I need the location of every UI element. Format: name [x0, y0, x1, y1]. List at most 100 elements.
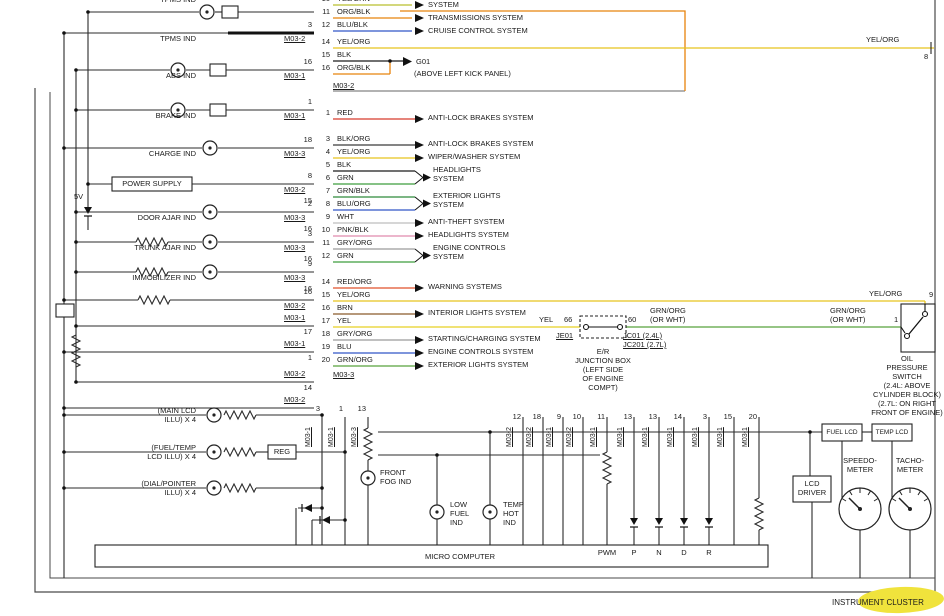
pin-number: 1	[296, 354, 312, 362]
tachometer-label: TACHO-	[888, 457, 932, 465]
system-label: SYSTEM	[433, 253, 464, 261]
wire-color-label: GRN	[337, 174, 354, 182]
reg-label: REG	[268, 448, 296, 456]
pin-number: 66	[564, 316, 572, 324]
diagram-title: INSTRUMENT CLUSTER	[832, 599, 924, 607]
wire-color-label: YEL/ORG	[337, 291, 370, 299]
wire-color-label: ORG/BLK	[337, 64, 370, 72]
connector-ref: M03-1	[667, 427, 675, 447]
illum-label-dial-pointer: ILLU) X 4	[126, 489, 196, 497]
power-supply-label: POWER SUPPLY	[112, 180, 192, 188]
system-label: SYSTEM	[428, 1, 459, 9]
connector-ref: M03-1	[284, 112, 305, 120]
connector-ref: M03-1	[305, 427, 313, 447]
temp-hot-ind-label: TEMP	[503, 501, 524, 509]
fuel-lcd-label: FUEL LCD	[822, 429, 862, 437]
gear-d-label: D	[672, 549, 696, 557]
oil-pressure-switch-label: OIL	[862, 355, 944, 363]
gauge-icons	[839, 488, 931, 530]
wire-color-label: YEL/ORG	[866, 36, 899, 44]
indicator-label-trunk-ajar: TRUNK AJAR IND	[126, 244, 196, 252]
system-label: WARNING SYSTEMS	[428, 283, 502, 291]
system-label: CRUISE CONTROL SYSTEM	[428, 27, 528, 35]
connector-ref: M03-3	[284, 150, 305, 158]
pin-number: 9	[296, 260, 312, 268]
pin-number: 9	[314, 213, 330, 221]
er-junction-box-label: COMPT)	[568, 384, 638, 392]
pin-number: 13	[622, 413, 632, 421]
system-label: EXTERIOR LIGHTS	[433, 192, 501, 200]
indicator-label-door-ajar: DOOR AJAR IND	[126, 214, 196, 222]
wire-color-label: RED/ORG	[337, 278, 372, 286]
indicator-label-tpms-top: TPMS IND	[126, 0, 196, 4]
pin-number: 18	[531, 413, 541, 421]
connector-ref: M03-2	[284, 370, 305, 378]
cluster-border	[35, 0, 935, 592]
connector-ref: M03-1	[642, 427, 650, 447]
system-label: EXTERIOR LIGHTS SYSTEM	[428, 361, 528, 369]
pin-number: 3	[296, 230, 312, 238]
connector-ref: M03-2	[284, 396, 305, 404]
pin-number: 12	[314, 252, 330, 260]
system-label: SYSTEM	[433, 175, 464, 183]
wire-color-label: BLK	[337, 51, 351, 59]
system-label: HEADLIGHTS	[433, 166, 481, 174]
wire-color-label: BLU/ORG	[337, 200, 371, 208]
wire-color-label: GRY/ORG	[337, 239, 372, 247]
pin-number: 1	[894, 316, 898, 324]
wire-color-label: BRN	[337, 304, 353, 312]
connector-ref: M03-3	[351, 427, 359, 447]
illum-label-fuel-temp-lcd: (FUEL/TEMP	[126, 444, 196, 452]
pin-number: 17	[314, 317, 330, 325]
ground-location-label: (ABOVE LEFT KICK PANEL)	[414, 70, 511, 78]
pin-number: 3	[697, 413, 707, 421]
pin-number: 3	[314, 135, 330, 143]
illum-label-dial-pointer: (DIAL/POINTER	[126, 480, 196, 488]
system-label: ENGINE CONTROLS	[433, 244, 506, 252]
pin-number: 18	[296, 136, 312, 144]
junction-ref-jc01: JC01 (2.4L)	[623, 332, 662, 340]
wire-color-label: YEL/ORG	[869, 290, 902, 298]
pin-number: 11	[314, 8, 330, 16]
wire-color-label: YEL/ORG	[337, 148, 370, 156]
wire-color-label: YEL	[337, 317, 351, 325]
wire-color-label: PNK/BLK	[337, 226, 369, 234]
connector-ref: M03-1	[328, 427, 336, 447]
er-junction-box-label: OF ENGINE	[568, 375, 638, 383]
wire-color-label: BLU/BLK	[337, 21, 368, 29]
wire-color-label: BLK	[337, 161, 351, 169]
connector-ref: M03-1	[284, 72, 305, 80]
pin-number: 14	[672, 413, 682, 421]
indicator-label-charge: CHARGE IND	[126, 150, 196, 158]
gear-r-label: R	[697, 549, 721, 557]
system-label: ANTI-LOCK BRAKES SYSTEM	[428, 114, 533, 122]
wire-color-label: GRN/ORG	[337, 356, 373, 364]
pin-number: 11	[595, 413, 605, 421]
system-label: ENGINE CONTROLS SYSTEM	[428, 348, 533, 356]
connector-ref: M03-2	[284, 35, 305, 43]
wire-color-label: BLU	[337, 343, 352, 351]
system-label: INTERIOR LIGHTS SYSTEM	[428, 309, 526, 317]
connector-ref: M03-2	[566, 427, 574, 447]
pin-number: 1	[333, 405, 343, 413]
pin-number: 5	[314, 161, 330, 169]
pin-number: 16	[314, 64, 330, 72]
pin-number: 4	[314, 148, 330, 156]
front-fog-ind-label: FRONT	[380, 469, 406, 477]
er-junction-box-label: E/R	[568, 348, 638, 356]
pin-number: 16	[296, 58, 312, 66]
connector-ref: M03-2	[284, 186, 305, 194]
pwm-label: PWM	[595, 549, 619, 557]
oil-pressure-switch-label: (2.7L: ON RIGHT	[862, 400, 944, 408]
micro-computer-label: MICRO COMPUTER	[400, 553, 520, 561]
system-label: STARTING/CHARGING SYSTEM	[428, 335, 541, 343]
system-label: TRANSMISSIONS SYSTEM	[428, 14, 523, 22]
ground-ref-g01: G01	[416, 58, 430, 66]
wire-color-label: (OR WHT)	[650, 316, 685, 324]
connector-ref: M03-1	[742, 427, 750, 447]
speedometer-label: SPEEDO-	[838, 457, 882, 465]
wire-color-label: WHT	[337, 213, 354, 221]
pin-number: 14	[314, 38, 330, 46]
instrument-cluster-wiring-diagram: TPMS IND TPMS IND ABS IND BRAKE IND CHAR…	[0, 0, 944, 616]
pin-number: 13	[647, 413, 657, 421]
